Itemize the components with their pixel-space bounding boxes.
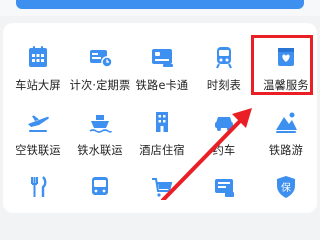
bus-icon [92, 177, 108, 195]
ticket-scan-icon [215, 179, 234, 197]
car-icon [215, 117, 233, 131]
grid-item-insurance[interactable]: 保 [255, 174, 317, 234]
grid-item-periodic-ticket[interactable]: 计次·定期票 [69, 44, 131, 104]
grid-item-timetable[interactable]: 时刻表 [193, 44, 255, 104]
grid-item-label: 铁水联运 [77, 144, 123, 157]
grid-item-railway-ecard[interactable]: 铁路e卡通 [131, 44, 193, 104]
train-front-icon [216, 47, 232, 69]
grid-item-air-rail[interactable]: 空铁联运 [7, 109, 69, 169]
grid-item-label: 铁路游 [268, 144, 304, 157]
grid-item-label: 铁路e卡通 [135, 79, 189, 92]
blue-banner-strip[interactable] [16, 0, 304, 9]
grid-item-bus[interactable] [69, 174, 131, 234]
grid-item-shopping[interactable] [131, 174, 193, 234]
grid-item-label: 空铁联运 [15, 144, 61, 157]
fork-knife-icon [31, 176, 47, 197]
hotel-building-icon [156, 112, 168, 132]
top-bar [0, 0, 320, 16]
grid-item-label: 约车 [212, 144, 236, 157]
grid-item-label: 时刻表 [206, 79, 242, 92]
mountain-travel-icon [276, 112, 297, 133]
grid-item-food[interactable] [7, 174, 69, 234]
insurance-label: 保 [281, 181, 291, 194]
plane-icon [28, 115, 49, 132]
grid-item-label: 车站大屏 [15, 79, 61, 92]
calendar-screen-icon [29, 46, 47, 67]
grid-item-car-hire[interactable]: 约车 [193, 109, 255, 169]
highlight-box [251, 35, 313, 95]
ship-icon [89, 115, 112, 133]
grid-item-rail-water[interactable]: 铁水联运 [69, 109, 131, 169]
railway-card-icon [152, 49, 173, 67]
grid-item-station-screen[interactable]: 车站大屏 [7, 44, 69, 104]
grid-item-label: 计次·定期票 [69, 79, 131, 92]
grid-item-ticket-scan[interactable] [193, 174, 255, 234]
grid-item-label: 酒店住宿 [139, 144, 185, 157]
ticket-card-icon [90, 50, 113, 68]
grid-item-rail-tour[interactable]: 铁路游 [255, 109, 317, 169]
shopping-cart-icon [152, 178, 173, 197]
insurance-shield-icon: 保 [277, 176, 295, 198]
grid-item-hotel[interactable]: 酒店住宿 [131, 109, 193, 169]
